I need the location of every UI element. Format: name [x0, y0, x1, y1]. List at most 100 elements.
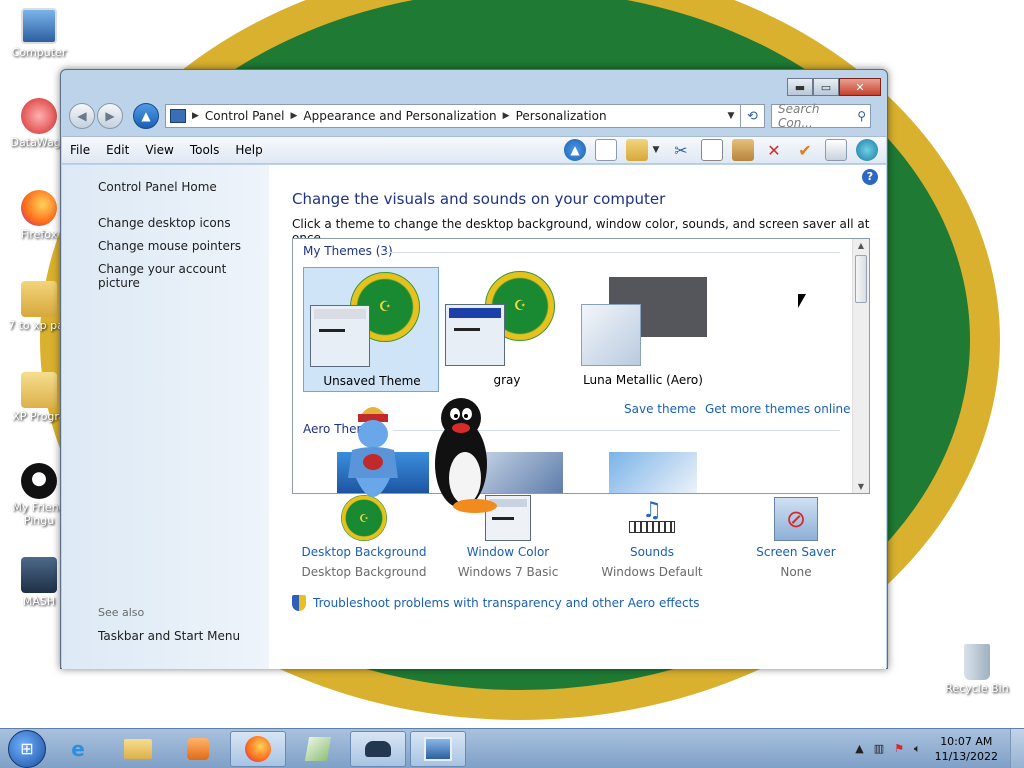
search-placeholder: Search Con... [778, 102, 820, 130]
troubleshoot-link[interactable]: Troubleshoot problems with transparency … [292, 595, 700, 611]
clock[interactable]: 10:07 AM 11/13/2022 [935, 734, 998, 764]
breadcrumb-control-panel[interactable]: Control Panel [205, 109, 285, 123]
volume-icon[interactable]: 🔈︎ [914, 742, 921, 756]
theme-name: gray [493, 373, 521, 387]
copy-icon[interactable] [701, 139, 723, 161]
forward-button[interactable]: ▶ [97, 103, 123, 129]
paste-icon[interactable] [732, 139, 754, 161]
refresh-button[interactable]: ⟲ [741, 104, 765, 128]
folder-options-icon[interactable] [626, 139, 648, 161]
system-tray: ▲ ▥ ⚑ 🔈︎ 10:07 AM 11/13/2022 [845, 728, 1024, 768]
folder-icon [21, 372, 57, 408]
menu-help[interactable]: Help [227, 143, 270, 157]
address-bar[interactable]: ▶ Control Panel ▶ Appearance and Persona… [165, 104, 741, 128]
navigation-bar: ◀ ▶ ▲ ▶ Control Panel ▶ Appearance and P… [69, 102, 881, 130]
option-title[interactable]: Screen Saver [726, 545, 866, 559]
get-more-themes-link[interactable]: Get more themes online [705, 402, 851, 416]
taskbar-mash[interactable] [350, 730, 406, 767]
personalization-window[interactable]: ▬ ▭ ✕ ◀ ▶ ▲ ▶ Control Panel ▶ Appearance… [60, 69, 888, 669]
scroll-thumb[interactable] [855, 255, 867, 303]
datawago-icon [21, 98, 57, 134]
up-arrow-icon: ▲ [141, 109, 151, 123]
sounds-icon: ♫ [582, 487, 722, 541]
address-dropdown-icon[interactable]: ▼ [722, 111, 740, 121]
network-icon[interactable]: ▥ [874, 742, 884, 755]
apply-check-icon[interactable]: ✔ [794, 139, 816, 161]
firefox-icon [21, 190, 57, 226]
desktop-icon-computer[interactable]: Computer [0, 8, 78, 59]
screen-saver-icon: ⊘ [726, 487, 866, 541]
control-panel-home-link[interactable]: Control Panel Home [98, 180, 217, 194]
theme-gray[interactable]: ☪ gray [439, 267, 575, 392]
up-folder-icon[interactable]: ▲ [564, 139, 586, 161]
taskbar-control-panel[interactable] [410, 730, 466, 767]
change-account-picture-link[interactable]: Change your account picture [98, 262, 269, 290]
internet-explorer-icon: e [71, 736, 85, 761]
desktop-icon-label: Computer [11, 46, 67, 59]
breadcrumb-separator-icon: ▶ [290, 111, 298, 121]
theme-list-scrollbar[interactable]: ▲ ▼ [852, 239, 869, 493]
folder-icon [124, 738, 152, 759]
screen-saver-option[interactable]: ⊘ Screen Saver None [726, 487, 866, 579]
theme-window-preview [581, 304, 641, 366]
search-input[interactable]: Search Con... ⚲ [771, 102, 871, 130]
delete-icon[interactable]: ✕ [763, 139, 785, 161]
close-button[interactable]: ✕ [839, 78, 881, 96]
maximize-button[interactable]: ▭ [813, 78, 839, 96]
folder-zip-icon [21, 281, 57, 317]
theme-unsaved[interactable]: ☪ Unsaved Theme [303, 267, 439, 392]
taskbar-notepad[interactable] [290, 731, 346, 767]
menu-file[interactable]: File [62, 143, 98, 157]
properties-icon[interactable] [825, 139, 847, 161]
theme-name: Unsaved Theme [323, 374, 421, 388]
menu-view[interactable]: View [137, 143, 181, 157]
minimize-button[interactable]: ▬ [787, 78, 813, 96]
sounds-option[interactable]: ♫ Sounds Windows Default [582, 487, 722, 580]
see-also-label: See also [98, 606, 145, 619]
search-icon[interactable]: ⚲ [857, 109, 866, 123]
menu-edit[interactable]: Edit [98, 143, 137, 157]
globe-icon[interactable] [856, 139, 878, 161]
clock-date: 11/13/2022 [934, 749, 998, 763]
menu-tools[interactable]: Tools [182, 143, 228, 157]
back-button[interactable]: ◀ [69, 103, 95, 129]
show-hidden-icons-icon[interactable]: ▲ [855, 742, 863, 755]
start-button[interactable]: ⊞ [8, 729, 46, 768]
breadcrumb-personalization[interactable]: Personalization [516, 109, 607, 123]
refresh-icon: ⟲ [747, 108, 758, 124]
taskbar-internet-explorer[interactable]: e [50, 731, 106, 767]
save-theme-link[interactable]: Save theme [624, 402, 696, 416]
scroll-up-icon[interactable]: ▲ [853, 241, 869, 250]
breadcrumb-appearance[interactable]: Appearance and Personalization [303, 109, 496, 123]
cut-icon[interactable]: ✂ [670, 139, 692, 161]
control-panel-icon [170, 109, 186, 123]
genie-mascot [348, 407, 398, 497]
notepad-icon [304, 736, 332, 761]
taskbar-start-menu-link[interactable]: Taskbar and Start Menu [98, 629, 240, 643]
option-value: Windows 7 Basic [457, 565, 559, 579]
menu-bar: File Edit View Tools Help ▲ ▼ ✂ ✕ ✔ [62, 136, 886, 164]
dropdown-icon[interactable]: ▼ [651, 139, 661, 161]
forward-arrow-icon: ▶ [105, 109, 115, 123]
change-mouse-pointers-link[interactable]: Change mouse pointers [98, 239, 241, 253]
panes-icon[interactable] [595, 139, 617, 161]
option-title[interactable]: Sounds [582, 545, 722, 559]
option-title[interactable]: Desktop Background [294, 545, 434, 559]
option-title[interactable]: Window Color [438, 545, 578, 559]
mouse-cursor-icon [798, 294, 806, 308]
action-center-icon[interactable]: ⚑ [894, 742, 904, 755]
computer-icon [21, 8, 57, 44]
up-button[interactable]: ▲ [133, 103, 159, 129]
task-pane: Control Panel Home Change desktop icons … [62, 165, 269, 669]
help-icon[interactable]: ? [862, 169, 878, 185]
clock-time: 10:07 AM [940, 734, 993, 748]
shield-icon [292, 595, 306, 611]
troubleshoot-text[interactable]: Troubleshoot problems with transparency … [313, 596, 700, 610]
taskbar-media-player[interactable] [170, 731, 226, 767]
change-desktop-icons-link[interactable]: Change desktop icons [98, 216, 231, 230]
show-desktop-button[interactable] [1010, 728, 1024, 768]
theme-luna-metallic[interactable]: Luna Metallic (Aero) [575, 267, 711, 392]
taskbar-firefox[interactable] [230, 730, 286, 767]
desktop-icon-recycle-bin[interactable]: Recycle Bin [938, 644, 1016, 695]
taskbar-windows-explorer[interactable] [110, 731, 166, 767]
